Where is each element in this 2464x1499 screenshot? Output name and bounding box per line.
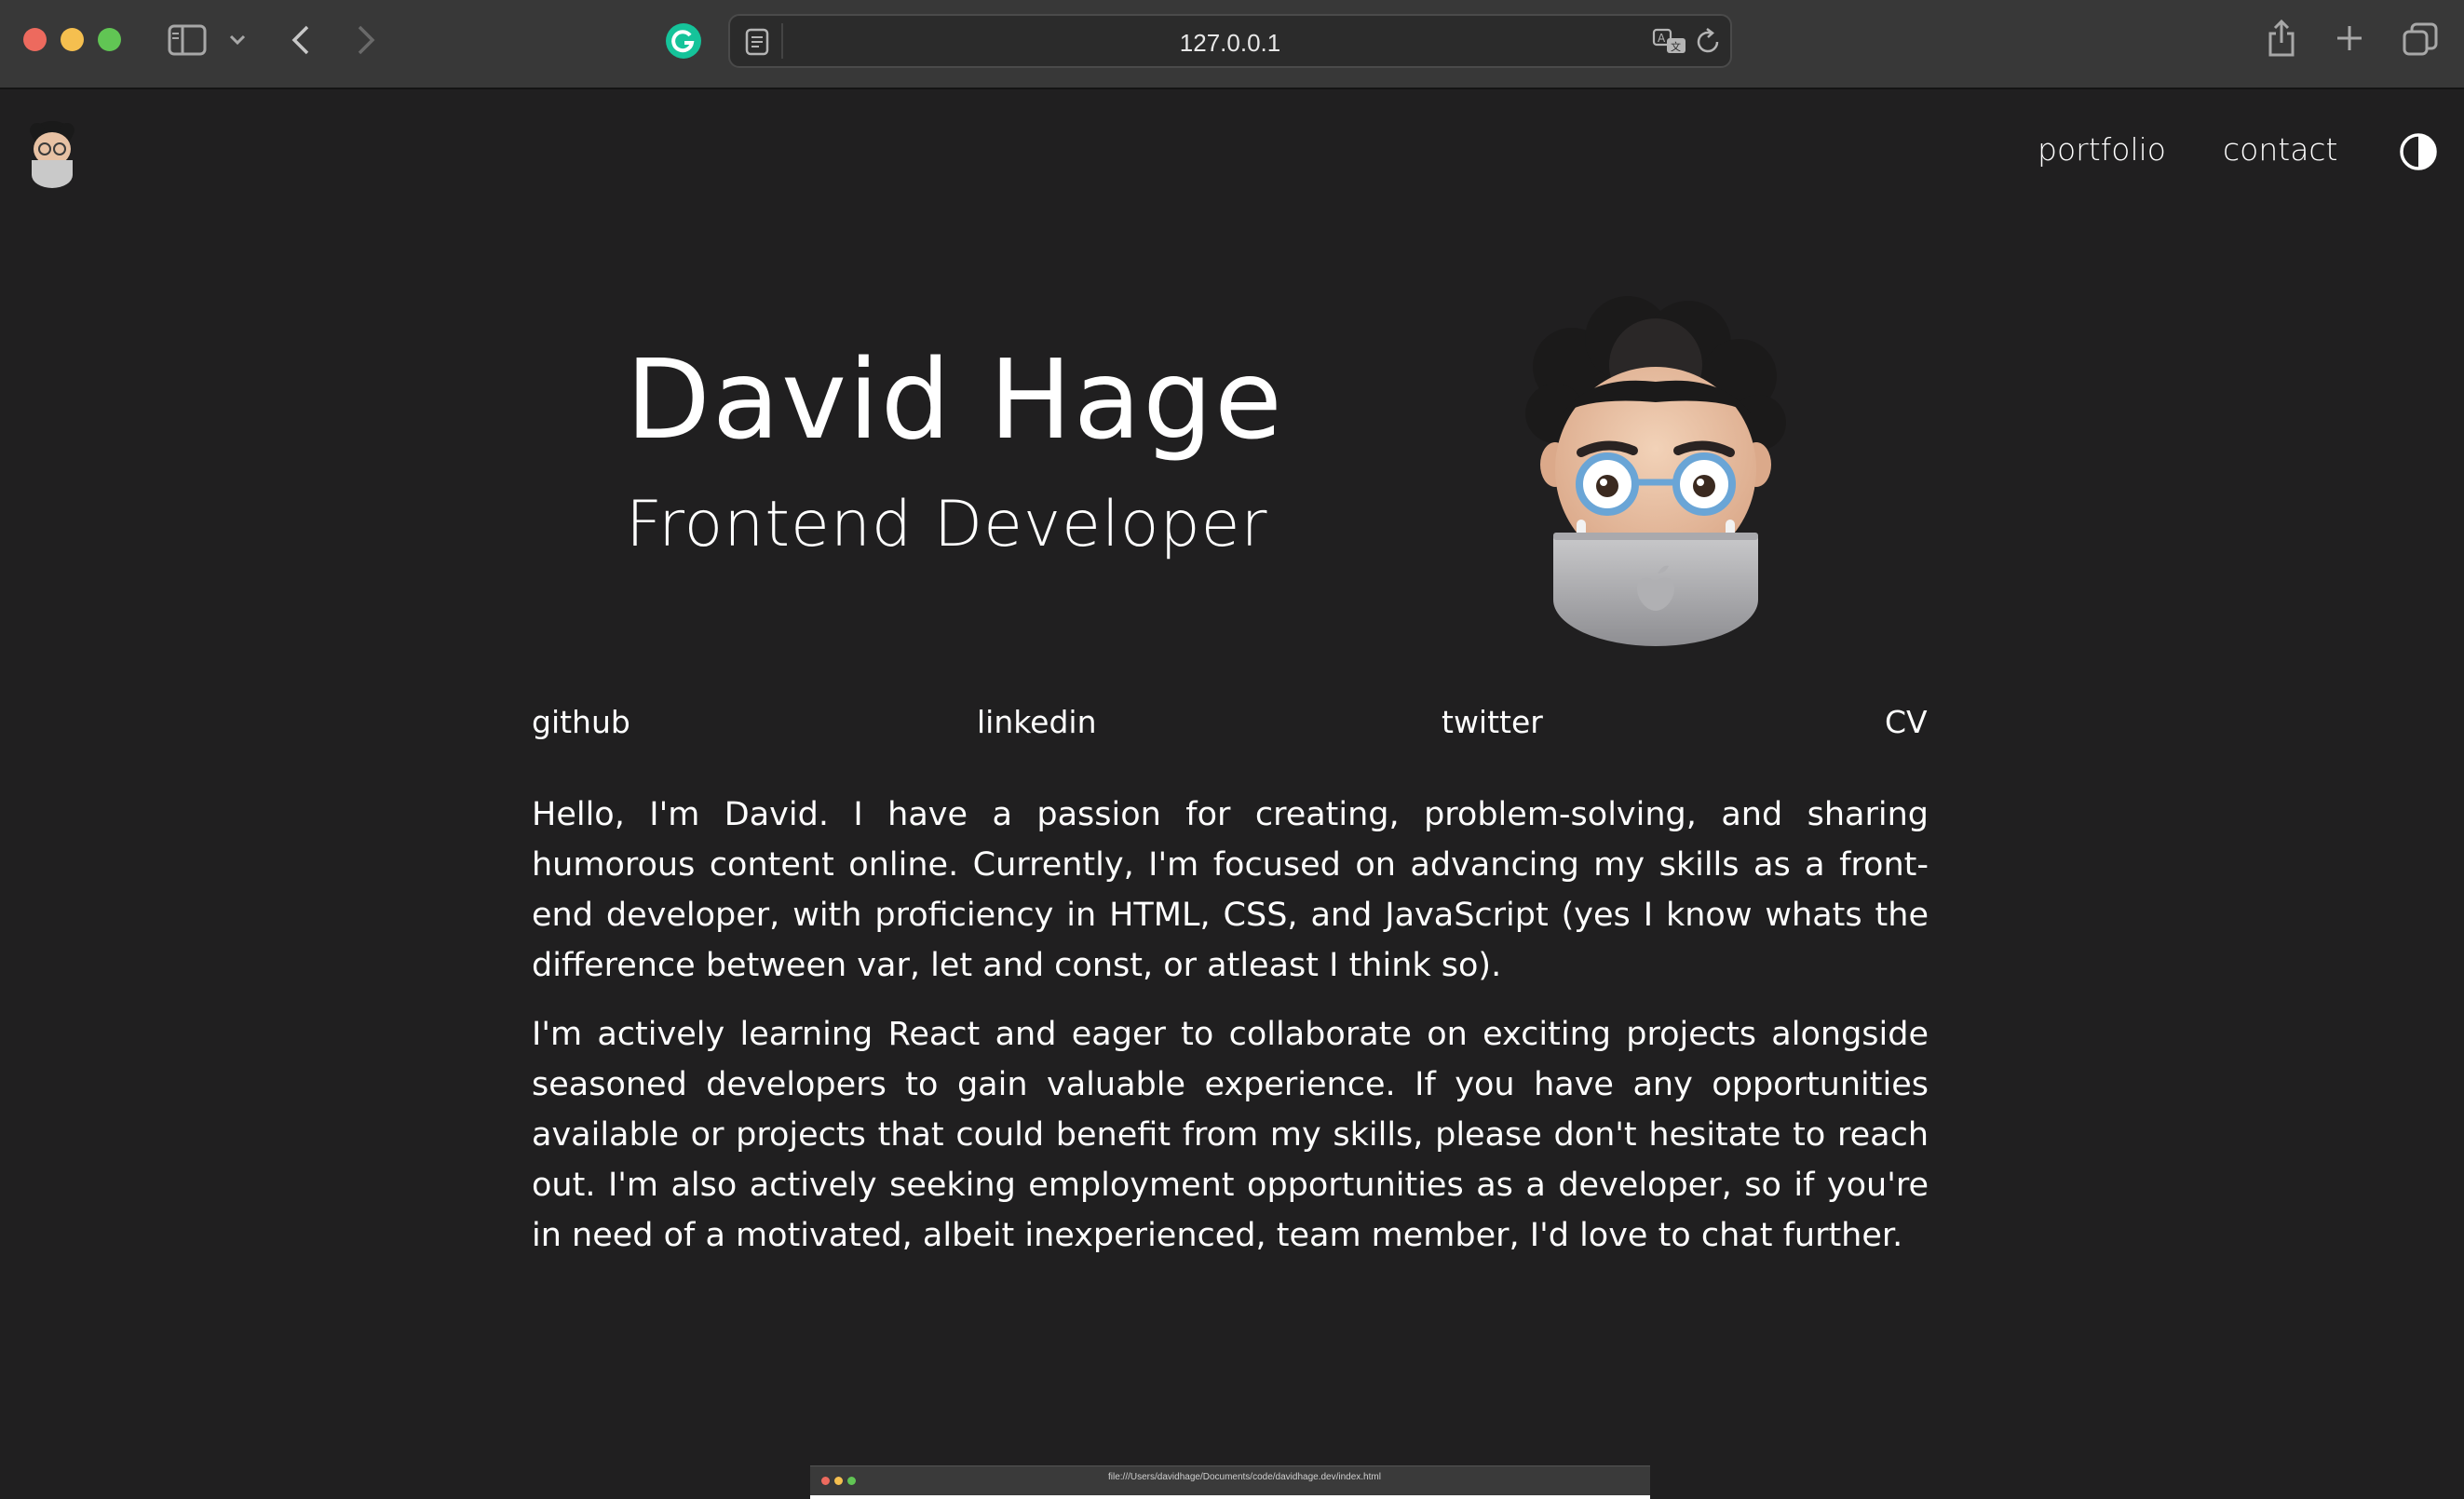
- page: portfolio contact David Hage Frontend De…: [0, 89, 2464, 1499]
- github-link[interactable]: github: [532, 704, 630, 740]
- contrast-icon[interactable]: [2399, 132, 2438, 171]
- forward-icon[interactable]: [356, 24, 376, 56]
- thumb-url: file:///Users/davidhage/Documents/code/d…: [1108, 1472, 1381, 1482]
- screenshot-thumbnail[interactable]: file:///Users/davidhage/Documents/code/d…: [810, 1465, 1650, 1499]
- linkedin-link[interactable]: linkedin: [977, 704, 1097, 740]
- nav-portfolio-link[interactable]: portfolio: [2038, 131, 2166, 168]
- nav-contact-link[interactable]: contact: [2223, 131, 2338, 168]
- translate-icon[interactable]: A 文: [1652, 27, 1689, 57]
- share-icon[interactable]: [2267, 19, 2296, 58]
- logo-avatar[interactable]: [24, 117, 80, 188]
- cv-link[interactable]: CV: [1885, 704, 1928, 740]
- thumb-page-strip: [810, 1495, 1650, 1499]
- bio-paragraph-2: I'm actively learning React and eager to…: [532, 1016, 1929, 1254]
- grammarly-icon[interactable]: [665, 22, 702, 60]
- chevron-down-icon[interactable]: [229, 34, 246, 47]
- svg-text:文: 文: [1671, 40, 1681, 53]
- tab-overview-icon[interactable]: [2403, 22, 2438, 56]
- hero-role: Frontend Developer: [626, 488, 1268, 561]
- reload-icon[interactable]: [1695, 27, 1723, 57]
- twitter-link[interactable]: twitter: [1442, 704, 1543, 740]
- zoom-window-button[interactable]: [98, 28, 121, 51]
- minimize-window-button[interactable]: [61, 28, 84, 51]
- bio-paragraph-1: Hello, I'm David. I have a passion for c…: [532, 796, 1929, 984]
- address-bar[interactable]: 127.0.0.1 A 文: [728, 14, 1732, 68]
- thumb-minimize-dot: [834, 1477, 843, 1485]
- close-window-button[interactable]: [23, 28, 47, 51]
- browser-toolbar: 127.0.0.1 A 文: [0, 0, 2464, 89]
- svg-text:A: A: [1658, 32, 1666, 45]
- back-icon[interactable]: [291, 24, 311, 56]
- new-tab-icon[interactable]: [2335, 24, 2363, 52]
- thumb-zoom-dot: [847, 1477, 856, 1485]
- thumb-close-dot: [821, 1477, 830, 1485]
- sidebar-icon[interactable]: [168, 24, 207, 56]
- memoji-avatar: [1488, 292, 1823, 646]
- url-text[interactable]: 127.0.0.1: [730, 29, 1730, 58]
- hero-name: David Hage: [626, 335, 1284, 464]
